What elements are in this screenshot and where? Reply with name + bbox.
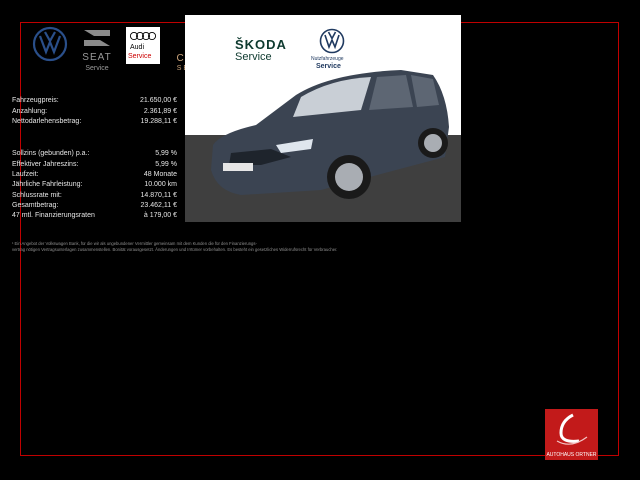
spec-label: Nettodarlehensbetrag: [12,118,82,125]
spec-value: 48 Monate [143,171,177,178]
skoda-brand-name: ŠKODA [235,37,287,52]
spec-label: Fahrzeugpreis: [12,97,59,104]
dealer-name: AUTOHAUS ORTNER [546,452,597,458]
spec-label: Laufzeit: [12,171,39,178]
vehicle-photo: ŠKODA Service Nutzfahrzeuge Service [185,15,461,222]
legal-footnote: ¹ Ein Angebot der Volkswagen Bank, für d… [12,241,422,253]
spec-value: 5,99 % [155,150,177,157]
autohaus-ortner-logo: AUTOHAUS ORTNER [545,409,598,460]
spec-label: Jährliche Fahrleistung: [12,181,83,188]
spec-label: 47 mtl. Finanzierungsraten [12,212,95,219]
footnote-line: vertrag nötigen Vertragsunterlagen zusam… [12,247,338,252]
spec-value: 14.870,11 € [140,192,177,199]
seat-brand-name: SEAT [82,52,112,63]
spec-label: Gesamtbetrag: [12,202,59,209]
seat-service-label: Service [85,65,109,72]
vw-commercial-logo-icon [319,28,345,54]
audi-brand-name: Audi [130,44,145,51]
spec-value: 2.361,89 € [143,108,177,115]
audi-service-logo: Audi Service [126,27,160,64]
spec-value: 5,99 % [155,161,177,168]
spec-label: Schlussrate mit: [12,192,62,199]
vw-golf-variant-car-image [211,70,449,199]
seat-logo-icon [84,30,110,46]
spec-label: Anzahlung: [12,108,48,115]
skoda-service-label: Service [235,51,272,63]
spec-value: 10.000 km [144,181,177,188]
ortner-swoosh-icon [556,413,588,445]
spec-value: 21.650,00 € [140,97,177,104]
vw-logo-icon [32,26,68,62]
vw-commercial-label: Nutzfahrzeuge [311,56,344,62]
spec-label: Effektiver Jahreszins: [12,161,79,168]
spec-label: Sollzins (gebunden) p.a.: [12,150,90,157]
spec-value: à 179,00 € [143,212,177,219]
spec-value: 19.288,11 € [140,118,177,125]
spec-value: 23.462,11 € [140,202,177,209]
audi-service-label: Service [128,53,152,60]
audi-rings-icon [129,31,157,41]
